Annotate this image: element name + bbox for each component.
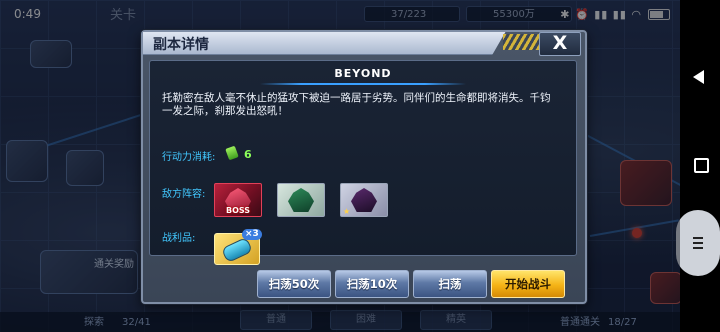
home-icon[interactable] — [694, 158, 709, 173]
enemy-portrait[interactable] — [277, 183, 325, 217]
header-stripes — [503, 34, 539, 50]
enemy-portrait-boss[interactable]: BOSS — [214, 183, 262, 217]
ammo-item-icon — [220, 236, 254, 264]
dialog-body: BEYOND 托勒密在敌人毫不休止的猛攻下被迫一路居于劣势。同伴们的生命都即将消… — [149, 60, 577, 265]
stage-description: 托勒密在敌人毫不休止的猛攻下被迫一路居于劣势。同伴们的生命都即将消失。千钧一发之… — [162, 92, 551, 117]
stage-divider — [260, 83, 466, 85]
dark-mech-icon — [351, 188, 377, 212]
system-nav-bar — [676, 0, 720, 332]
enemy-portrait[interactable]: ★ — [340, 183, 388, 217]
stage-detail-dialog: 副本详情 X BEYOND 托勒密在敌人毫不休止的猛攻下被迫一路居于劣势。同伴们… — [141, 30, 587, 304]
back-icon[interactable] — [693, 70, 704, 84]
menu-button[interactable] — [676, 210, 720, 276]
sweep-button[interactable]: 扫荡 — [413, 270, 487, 298]
enemy-label: 敌方阵容: — [162, 189, 206, 200]
cost-value: 6 — [244, 148, 252, 161]
green-mech-icon — [288, 188, 314, 212]
start-battle-button[interactable]: 开始战斗 — [491, 270, 565, 298]
cost-label: 行动力消耗: — [162, 152, 216, 163]
reward-count: ×3 — [242, 229, 262, 240]
boss-badge: BOSS — [225, 206, 251, 215]
close-button[interactable]: X — [539, 32, 581, 56]
sweep-50-button[interactable]: 扫荡50次 — [257, 270, 331, 298]
dialog-title: 副本详情 — [153, 37, 209, 53]
energy-icon — [225, 145, 239, 161]
stage-name: BEYOND — [334, 67, 392, 80]
sweep-10-button[interactable]: 扫荡10次 — [335, 270, 409, 298]
menu-icon — [693, 237, 703, 249]
star-icon: ★ — [343, 207, 351, 216]
reward-label: 战利品: — [162, 233, 196, 244]
